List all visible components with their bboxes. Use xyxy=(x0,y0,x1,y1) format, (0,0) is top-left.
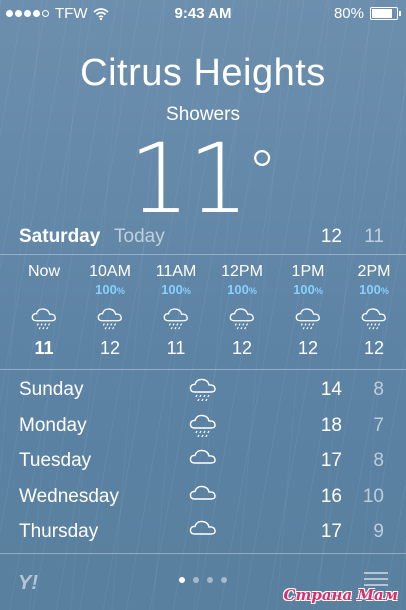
hourly-precip-chance: 100% xyxy=(80,282,140,298)
day-name: Monday xyxy=(19,414,87,436)
battery-percent: 80% xyxy=(333,5,364,22)
rain-cloud-icon xyxy=(344,298,404,336)
hourly-item: 10AM 100% 12 xyxy=(80,262,140,360)
hourly-time: 1PM xyxy=(291,263,325,280)
current-temperature-value: 11 xyxy=(128,123,249,235)
cloud-icon xyxy=(188,517,218,545)
hourly-temp: 12 xyxy=(297,338,319,358)
precip-value: 100 xyxy=(293,282,315,297)
today-day-name: Saturday xyxy=(19,226,101,247)
day-low: 9 xyxy=(373,521,384,542)
today-low: 11 xyxy=(364,226,384,247)
rain-cloud-icon xyxy=(146,298,206,336)
rain-cloud-icon xyxy=(212,298,272,336)
watermark: Страна Мам xyxy=(283,586,398,604)
hourly-item: Now 11 xyxy=(14,262,74,360)
day-high: 18 xyxy=(320,414,342,436)
hourly-time: 10AM xyxy=(89,263,131,280)
status-bar: TFW 9:43 AM 80% xyxy=(0,0,406,26)
percent-sign: % xyxy=(380,286,389,296)
daily-row: Tuesday 17 8 xyxy=(0,443,406,479)
daily-forecast: Sunday 14 8 Monday 18 7 Tuesday 17 8 Wednesday 16 1… xyxy=(0,372,406,550)
day-name: Thursday xyxy=(19,521,99,542)
hourly-time: Now xyxy=(27,263,60,280)
hourly-item: 2PM 100% 12 xyxy=(344,262,404,360)
page-dot[interactable] xyxy=(221,577,227,583)
day-low: 10 xyxy=(362,485,384,507)
day-high: 14 xyxy=(320,379,342,400)
day-name: Sunday xyxy=(19,379,84,400)
yahoo-logo[interactable]: Y! xyxy=(18,572,38,595)
precip-value: 100 xyxy=(359,282,381,297)
hourly-time: 11AM xyxy=(155,263,197,280)
hourly-temp: 11 xyxy=(34,338,54,358)
page-dot[interactable] xyxy=(179,577,185,583)
rain-cloud-icon xyxy=(188,375,218,403)
city-name: Citrus Heights xyxy=(80,52,326,94)
cloud-icon xyxy=(188,446,218,474)
daily-row: Thursday 17 9 xyxy=(0,514,406,550)
today-high: 12 xyxy=(320,226,342,247)
current-temperature: 11° xyxy=(0,124,406,234)
day-low: 8 xyxy=(373,450,384,471)
page-dot[interactable] xyxy=(193,577,199,583)
page-dot[interactable] xyxy=(207,577,213,583)
hourly-time: 12PM xyxy=(221,263,263,280)
hourly-item: 1PM 100% 12 xyxy=(278,262,338,360)
hourly-temp: 12 xyxy=(363,338,385,358)
precip-value: 100 xyxy=(227,282,249,297)
hourly-precip-chance xyxy=(14,282,74,298)
yahoo-logo-text: Y! xyxy=(18,572,38,594)
precip-value: 100 xyxy=(161,282,183,297)
today-summary-row: Saturday Today 12 11 xyxy=(0,226,406,254)
hourly-precip-chance: 100% xyxy=(146,282,206,298)
divider xyxy=(0,254,406,255)
day-low: 8 xyxy=(373,379,384,400)
day-high: 17 xyxy=(320,521,342,542)
hourly-temp: 12 xyxy=(99,338,121,358)
degree-symbol: ° xyxy=(247,138,278,208)
day-low: 7 xyxy=(373,414,384,436)
page-indicator[interactable] xyxy=(0,577,406,583)
day-high: 17 xyxy=(320,450,342,471)
hourly-precip-chance: 100% xyxy=(212,282,272,298)
hourly-item: 11AM 100% 11 xyxy=(146,262,206,360)
battery-icon xyxy=(370,7,401,20)
hourly-temp: 11 xyxy=(166,338,186,358)
rain-cloud-icon xyxy=(14,298,74,336)
percent-sign: % xyxy=(116,286,125,296)
divider xyxy=(0,553,406,554)
bottom-toolbar: Y! Страна Мам xyxy=(0,558,406,610)
precip-value: 100 xyxy=(95,282,117,297)
hourly-temp: 12 xyxy=(231,338,253,358)
percent-sign: % xyxy=(314,286,323,296)
divider xyxy=(0,369,406,370)
percent-sign: % xyxy=(182,286,191,296)
rain-cloud-icon xyxy=(80,298,140,336)
day-name: Wednesday xyxy=(19,485,119,507)
day-name: Tuesday xyxy=(19,450,92,471)
hourly-precip-chance: 100% xyxy=(278,282,338,298)
hourly-item: 12PM 100% 12 xyxy=(212,262,272,360)
daily-row: Monday 18 7 xyxy=(0,408,406,444)
daily-row: Wednesday 16 10 xyxy=(0,479,406,515)
daily-row: Sunday 14 8 xyxy=(0,372,406,408)
day-high: 16 xyxy=(320,485,342,507)
rain-cloud-icon xyxy=(278,298,338,336)
percent-sign: % xyxy=(248,286,257,296)
today-label: Today xyxy=(114,226,165,247)
hourly-precip-chance: 100% xyxy=(344,282,404,298)
cloud-icon xyxy=(188,482,218,510)
rain-cloud-icon xyxy=(188,411,218,439)
hourly-time: 2PM xyxy=(357,263,391,280)
hourly-forecast[interactable]: Now 11 10AM 100% 12 11AM 100% 11 12PM 100% 12 1PM 10… xyxy=(0,262,406,368)
